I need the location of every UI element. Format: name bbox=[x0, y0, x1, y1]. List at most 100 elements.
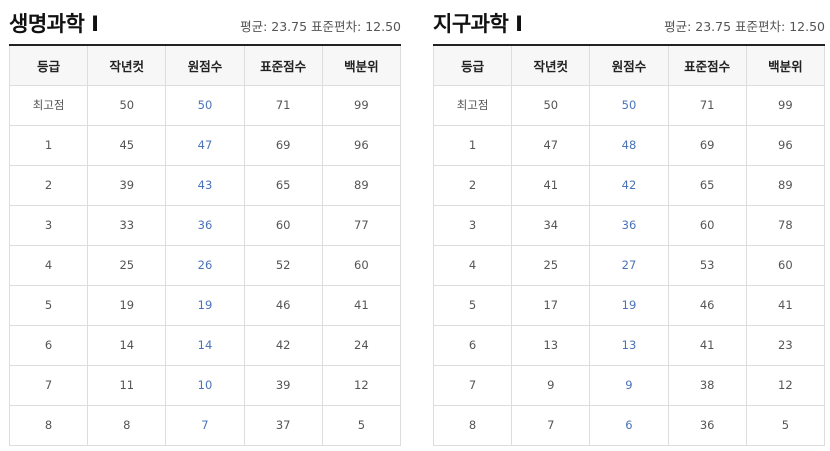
cell-grade: 5 bbox=[8, 284, 89, 326]
cell-percentile: 89 bbox=[745, 164, 826, 206]
table-row: 최고점 50 50 71 99 bbox=[8, 84, 402, 126]
table-row: 2 41 42 65 89 bbox=[432, 164, 826, 206]
cell-last-year-cut: 34 bbox=[511, 204, 591, 246]
cell-last-year-cut: 9 bbox=[511, 364, 591, 406]
cell-grade: 6 bbox=[432, 324, 513, 366]
cell-percentile: 96 bbox=[321, 124, 402, 166]
cell-raw-score: 50 bbox=[589, 84, 669, 126]
cell-grade: 7 bbox=[8, 364, 89, 406]
cell-percentile: 60 bbox=[745, 244, 826, 286]
cell-last-year-cut: 17 bbox=[511, 284, 591, 326]
cell-percentile: 23 bbox=[745, 324, 826, 366]
cell-grade: 8 bbox=[432, 404, 513, 446]
cell-grade: 최고점 bbox=[432, 84, 513, 126]
cell-raw-score: 10 bbox=[165, 364, 245, 406]
col-header-grade: 등급 bbox=[432, 45, 513, 86]
cell-raw-score: 36 bbox=[589, 204, 669, 246]
cell-percentile: 5 bbox=[745, 404, 826, 446]
col-header-last-year-cut: 작년컷 bbox=[511, 45, 591, 86]
cell-standard-score: 69 bbox=[243, 124, 323, 166]
panel-header: 생명과학 Ⅰ 평균: 23.75 표준편차: 12.50 bbox=[9, 0, 401, 44]
cell-percentile: 99 bbox=[321, 84, 402, 126]
table-row: 6 13 13 41 23 bbox=[432, 324, 826, 366]
cell-raw-score: 13 bbox=[589, 324, 669, 366]
cell-last-year-cut: 7 bbox=[511, 404, 591, 446]
table-row: 6 14 14 42 24 bbox=[8, 324, 402, 366]
cell-standard-score: 71 bbox=[243, 84, 323, 126]
table-row: 3 33 36 60 77 bbox=[8, 204, 402, 246]
col-header-percentile: 백분위 bbox=[745, 45, 826, 86]
cell-percentile: 77 bbox=[321, 204, 402, 246]
cell-standard-score: 53 bbox=[667, 244, 747, 286]
cell-standard-score: 60 bbox=[667, 204, 747, 246]
table-row: 2 39 43 65 89 bbox=[8, 164, 402, 206]
table-stats: 평균: 23.75 표준편차: 12.50 bbox=[664, 19, 825, 34]
col-header-raw-score: 원점수 bbox=[589, 45, 669, 86]
cell-standard-score: 41 bbox=[667, 324, 747, 366]
cell-standard-score: 37 bbox=[243, 404, 323, 446]
cell-last-year-cut: 33 bbox=[87, 204, 167, 246]
cell-percentile: 60 bbox=[321, 244, 402, 286]
panel-earth-science: 지구과학 Ⅰ 평균: 23.75 표준편차: 12.50 등급 작년컷 원점수 … bbox=[432, 0, 826, 446]
cell-percentile: 41 bbox=[745, 284, 826, 326]
cell-percentile: 24 bbox=[321, 324, 402, 366]
table-row: 5 19 19 46 41 bbox=[8, 284, 402, 326]
grade-table: 등급 작년컷 원점수 표준점수 백분위 최고점 50 50 71 99 1 47 48 69 96… bbox=[432, 44, 826, 446]
table-row: 8 7 6 36 5 bbox=[432, 404, 826, 446]
cell-raw-score: 36 bbox=[165, 204, 245, 246]
col-header-standard-score: 표준점수 bbox=[243, 45, 323, 86]
cell-percentile: 78 bbox=[745, 204, 826, 246]
cell-percentile: 12 bbox=[745, 364, 826, 406]
table-row: 1 45 47 69 96 bbox=[8, 124, 402, 166]
panel-header: 지구과학 Ⅰ 평균: 23.75 표준편차: 12.50 bbox=[433, 0, 825, 44]
cell-raw-score: 26 bbox=[165, 244, 245, 286]
cell-last-year-cut: 19 bbox=[87, 284, 167, 326]
cell-last-year-cut: 39 bbox=[87, 164, 167, 206]
cell-last-year-cut: 14 bbox=[87, 324, 167, 366]
cell-last-year-cut: 8 bbox=[87, 404, 167, 446]
header-row: 등급 작년컷 원점수 표준점수 백분위 bbox=[8, 45, 402, 86]
cell-standard-score: 60 bbox=[243, 204, 323, 246]
table-row: 7 11 10 39 12 bbox=[8, 364, 402, 406]
cell-raw-score: 47 bbox=[165, 124, 245, 166]
cell-standard-score: 42 bbox=[243, 324, 323, 366]
cell-grade: 6 bbox=[8, 324, 89, 366]
cell-raw-score: 19 bbox=[589, 284, 669, 326]
table-row: 5 17 19 46 41 bbox=[432, 284, 826, 326]
cell-raw-score: 14 bbox=[165, 324, 245, 366]
cell-raw-score: 19 bbox=[165, 284, 245, 326]
cell-raw-score: 27 bbox=[589, 244, 669, 286]
cell-grade: 2 bbox=[8, 164, 89, 206]
table-row: 7 9 9 38 12 bbox=[432, 364, 826, 406]
cell-raw-score: 9 bbox=[589, 364, 669, 406]
cell-grade: 7 bbox=[432, 364, 513, 406]
grade-table: 등급 작년컷 원점수 표준점수 백분위 최고점 50 50 71 99 1 45 47 69 96… bbox=[8, 44, 402, 446]
cell-grade: 2 bbox=[432, 164, 513, 206]
cell-standard-score: 38 bbox=[667, 364, 747, 406]
cell-raw-score: 7 bbox=[165, 404, 245, 446]
table-row: 최고점 50 50 71 99 bbox=[432, 84, 826, 126]
cell-grade: 4 bbox=[432, 244, 513, 286]
col-header-grade: 등급 bbox=[8, 45, 89, 86]
cell-percentile: 96 bbox=[745, 124, 826, 166]
cell-standard-score: 46 bbox=[667, 284, 747, 326]
table-row: 3 34 36 60 78 bbox=[432, 204, 826, 246]
cell-percentile: 99 bbox=[745, 84, 826, 126]
cell-last-year-cut: 47 bbox=[511, 124, 591, 166]
cell-standard-score: 46 bbox=[243, 284, 323, 326]
cell-grade: 최고점 bbox=[8, 84, 89, 126]
header-row: 등급 작년컷 원점수 표준점수 백분위 bbox=[432, 45, 826, 86]
cell-last-year-cut: 50 bbox=[511, 84, 591, 126]
cell-raw-score: 48 bbox=[589, 124, 669, 166]
cell-standard-score: 71 bbox=[667, 84, 747, 126]
cell-last-year-cut: 13 bbox=[511, 324, 591, 366]
cell-raw-score: 42 bbox=[589, 164, 669, 206]
table-stats: 평균: 23.75 표준편차: 12.50 bbox=[240, 19, 401, 34]
cell-raw-score: 43 bbox=[165, 164, 245, 206]
table-title: 생명과학 Ⅰ bbox=[9, 12, 99, 36]
cell-standard-score: 65 bbox=[667, 164, 747, 206]
cell-grade: 1 bbox=[432, 124, 513, 166]
panel-life-science: 생명과학 Ⅰ 평균: 23.75 표준편차: 12.50 등급 작년컷 원점수 … bbox=[8, 0, 402, 446]
cell-last-year-cut: 25 bbox=[87, 244, 167, 286]
cell-standard-score: 52 bbox=[243, 244, 323, 286]
